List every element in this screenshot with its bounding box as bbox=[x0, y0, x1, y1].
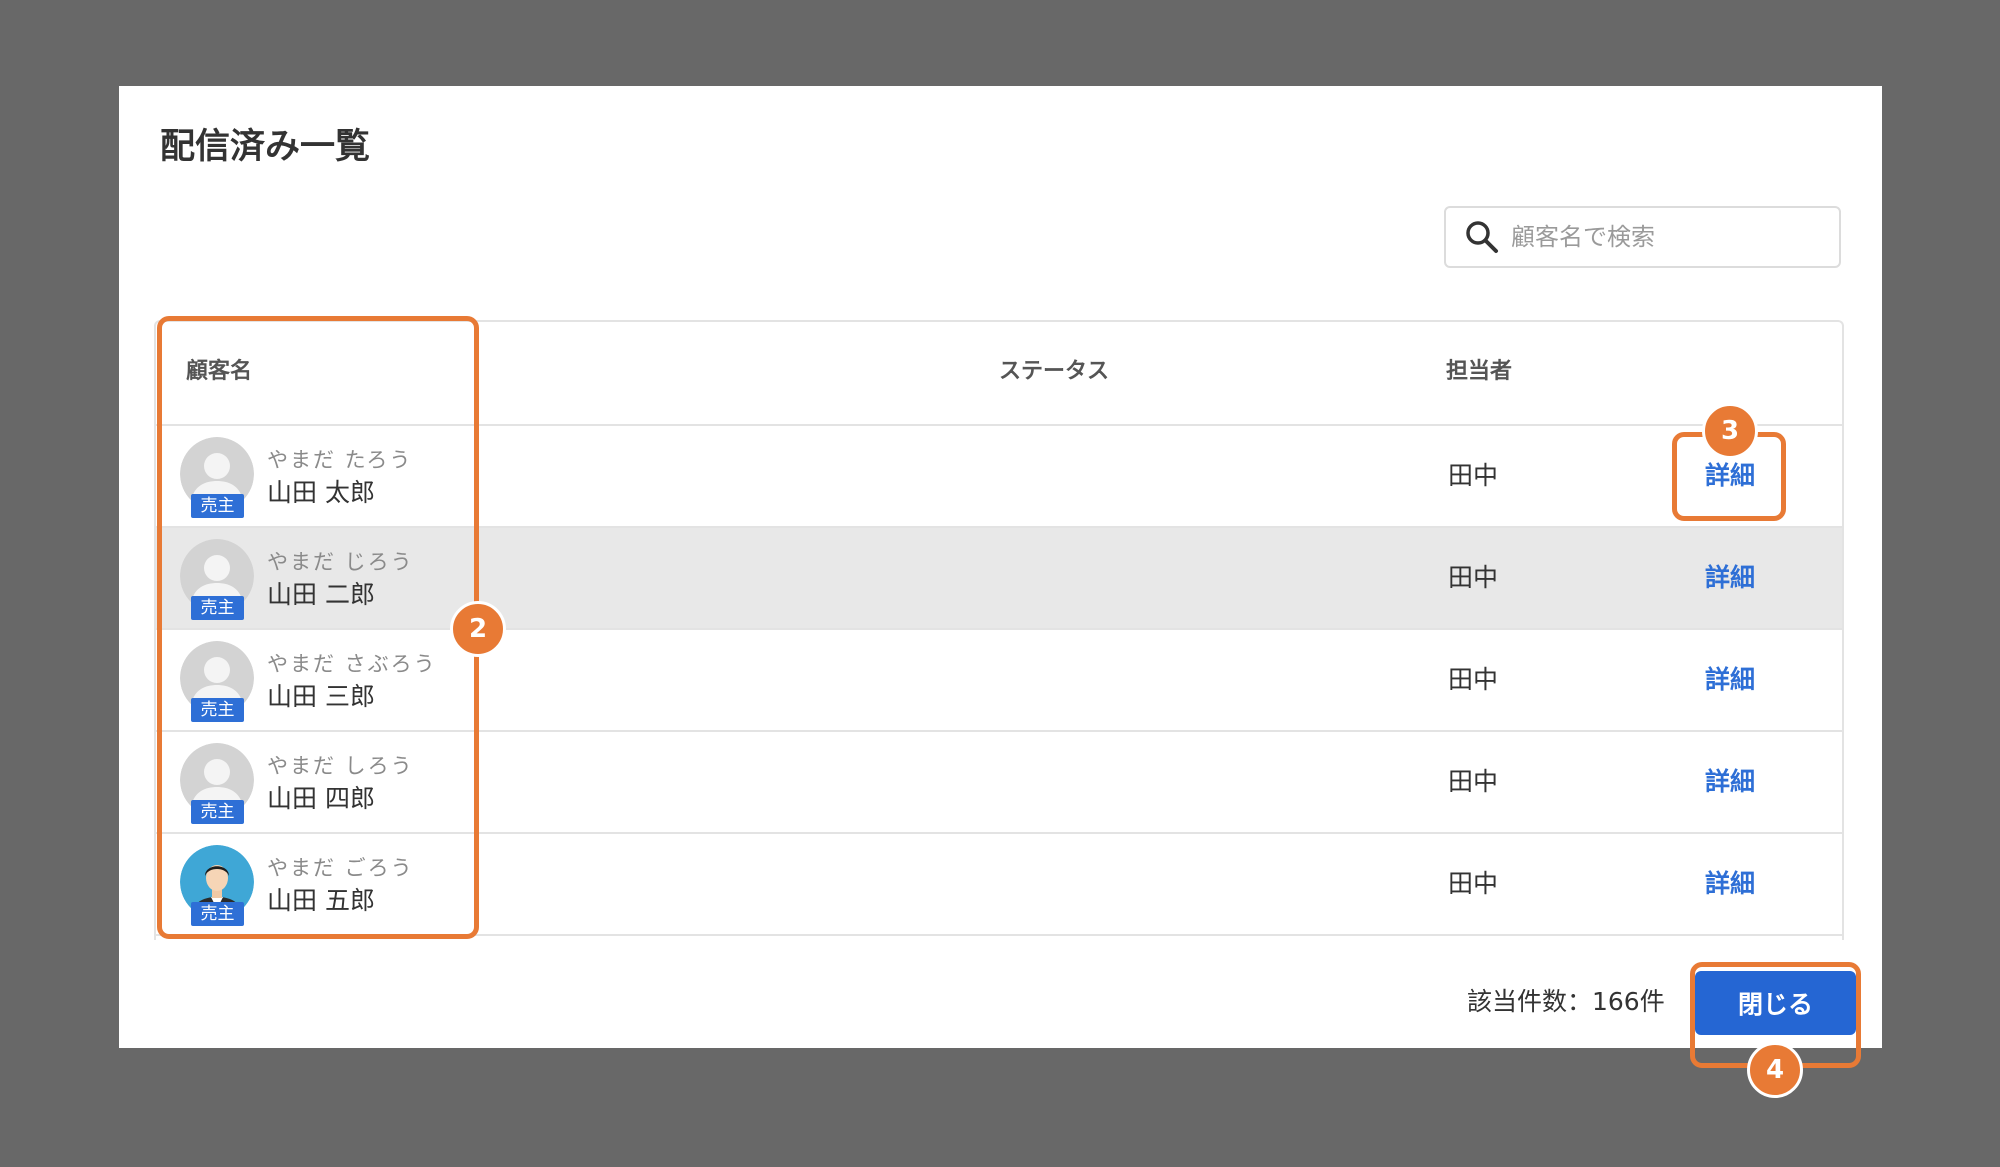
customer-kana: やまだ たろう bbox=[267, 448, 413, 472]
seller-badge: 売主 bbox=[191, 902, 244, 926]
table-header: 顧客名 ステータス 担当者 bbox=[156, 322, 1842, 426]
seller-badge: 売主 bbox=[191, 698, 244, 722]
modal-title: 配信済み一覧 bbox=[160, 127, 371, 167]
detail-link[interactable]: 詳細 bbox=[1705, 426, 1755, 526]
customer-name: 山田 三郎 bbox=[267, 682, 375, 711]
delivered-list-modal: 配信済み一覧 顧客名 ステータス 担当者 売主 やまだ たろう 山田 太郎 bbox=[119, 86, 1882, 1048]
staff-name: 田中 bbox=[1448, 461, 1499, 490]
table-row: 売主 やまだ じろう 山田 二郎 田中 詳細 bbox=[156, 528, 1842, 630]
staff-name: 田中 bbox=[1448, 665, 1499, 694]
column-header-staff: 担当者 bbox=[1446, 359, 1513, 384]
table-row: 売主 やまだ さぶろう 山田 三郎 田中 詳細 bbox=[156, 630, 1842, 732]
customer-name: 山田 五郎 bbox=[267, 886, 375, 915]
seller-badge: 売主 bbox=[191, 800, 244, 824]
search-icon bbox=[1466, 221, 1498, 253]
seller-badge: 売主 bbox=[191, 494, 244, 518]
column-header-customer-name: 顧客名 bbox=[186, 359, 253, 384]
search-input[interactable] bbox=[1511, 223, 1831, 251]
close-button[interactable]: 閉じる bbox=[1695, 971, 1856, 1035]
detail-link[interactable]: 詳細 bbox=[1705, 528, 1755, 628]
table-row: 売主 やまだ ごろう 山田 五郎 田中 詳細 bbox=[156, 834, 1842, 936]
column-header-status: ステータス bbox=[999, 359, 1110, 384]
result-count: 該当件数：166件 bbox=[1467, 987, 1665, 1016]
customer-kana: やまだ さぶろう bbox=[267, 652, 437, 676]
staff-name: 田中 bbox=[1448, 869, 1499, 898]
delivered-customers-table: 顧客名 ステータス 担当者 売主 やまだ たろう 山田 太郎 田中 詳細 売主 … bbox=[154, 320, 1844, 940]
seller-badge: 売主 bbox=[191, 596, 244, 620]
customer-name: 山田 太郎 bbox=[267, 478, 375, 507]
detail-link[interactable]: 詳細 bbox=[1705, 732, 1755, 832]
callout-badge: 4 bbox=[1747, 1042, 1803, 1098]
customer-name: 山田 二郎 bbox=[267, 580, 375, 609]
customer-name: 山田 四郎 bbox=[267, 784, 375, 813]
detail-link[interactable]: 詳細 bbox=[1705, 630, 1755, 730]
staff-name: 田中 bbox=[1448, 767, 1499, 796]
table-row: 売主 やまだ しろう 山田 四郎 田中 詳細 bbox=[156, 732, 1842, 834]
staff-name: 田中 bbox=[1448, 563, 1499, 592]
customer-kana: やまだ じろう bbox=[267, 550, 414, 574]
table-row: 売主 やまだ たろう 山田 太郎 田中 詳細 bbox=[156, 426, 1842, 528]
search-box[interactable] bbox=[1444, 206, 1841, 268]
detail-link[interactable]: 詳細 bbox=[1705, 834, 1755, 934]
customer-kana: やまだ しろう bbox=[267, 754, 414, 778]
customer-kana: やまだ ごろう bbox=[267, 856, 414, 880]
